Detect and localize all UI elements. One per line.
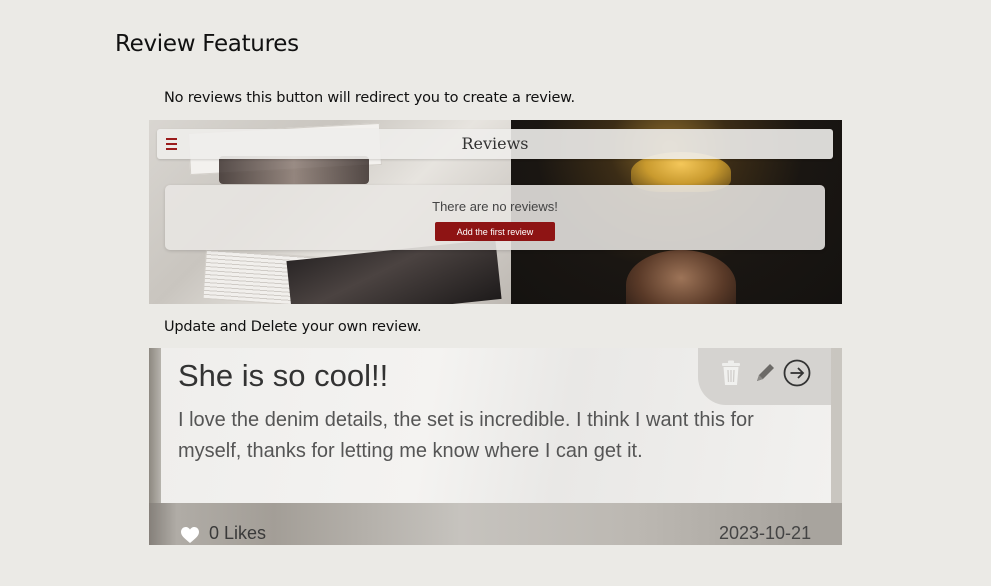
empty-reviews-card: There are no reviews! Add the first revi… [165, 185, 825, 250]
caption-no-reviews: No reviews this button will redirect you… [164, 90, 575, 106]
pencil-icon[interactable] [751, 359, 779, 387]
caption-update-delete: Update and Delete your own review. [164, 319, 422, 335]
reviews-navbar: Reviews [157, 129, 833, 159]
add-first-review-button[interactable]: Add the first review [435, 222, 555, 241]
screenshot-no-reviews: Reviews There are no reviews! Add the fi… [149, 120, 842, 304]
nav-title: Reviews [461, 134, 529, 153]
review-footer: 0 Likes 2023-10-21 [149, 503, 842, 545]
person-image [626, 250, 736, 304]
magazine-photo [219, 156, 369, 184]
arrow-right-circle-icon[interactable] [783, 359, 811, 387]
review-title: She is so cool!! [178, 358, 389, 393]
review-date: 2023-10-21 [719, 523, 812, 543]
heart-icon[interactable] [180, 526, 200, 544]
empty-message: There are no reviews! [432, 199, 558, 214]
page-title: Review Features [115, 31, 299, 57]
review-body: I love the denim details, the set is inc… [178, 409, 754, 462]
likes-count: 0 Likes [209, 523, 267, 543]
trash-icon[interactable] [717, 359, 745, 387]
screenshot-review-card: She is so cool!! I love the denim detail… [149, 348, 842, 545]
